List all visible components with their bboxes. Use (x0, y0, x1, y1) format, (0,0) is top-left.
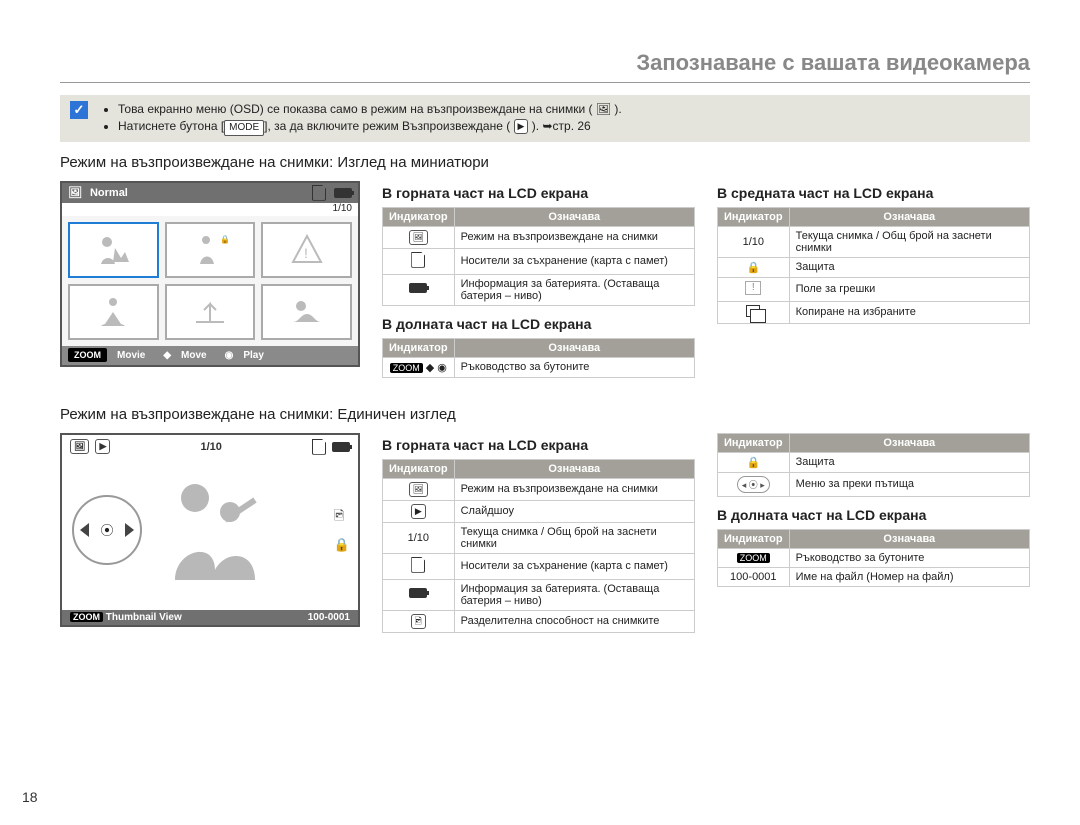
sd-icon (312, 185, 326, 201)
info-box: ✓ Това екранно меню (OSD) се показва сам… (60, 95, 1030, 142)
thumbnail[interactable]: 🔒 (165, 222, 256, 278)
zoom-icon: ZOOM (737, 553, 770, 563)
middle-lcd-heading: В средната част на LCD екрана (717, 185, 1030, 201)
thumbnail[interactable] (261, 284, 352, 340)
top-lcd-heading-b: В горната част на LCD екрана (382, 437, 695, 453)
section-a-title: Режим на възпроизвеждане на снимки: Изгл… (60, 154, 1030, 171)
warn-icon (745, 281, 761, 295)
count-label: 1/10 (62, 203, 358, 216)
lock-icon: 🔒 (746, 456, 760, 469)
photo-mode-icon: 🖼 (70, 439, 89, 454)
lcd-single-view: 🖼 ▶ 1/10 ⦿ 🖻 🔒 ZOOM Th (60, 433, 360, 643)
battery-icon (334, 188, 352, 198)
thumbnail[interactable]: ! (261, 222, 352, 278)
indicator-table: ИндикаторОзначава 1/10Текуща снимка / Об… (717, 207, 1030, 324)
thumbnail[interactable] (68, 284, 159, 340)
thumbnail[interactable] (68, 222, 159, 278)
photo-mode-icon: 🖼 (409, 482, 428, 497)
slideshow-icon: ▶ (411, 504, 426, 519)
lock-icon: 🔒 (334, 537, 350, 553)
sd-icon (312, 439, 326, 455)
top-lcd-heading: В горната част на LCD екрана (382, 185, 695, 201)
footer-movie: Movie (111, 348, 151, 363)
lcd-thumbnail-view: 🖼 Normal 1/10 🔒 ! ZOOM Movie (60, 181, 360, 388)
battery-icon (409, 283, 427, 293)
zoom-icon: ZOOM (390, 363, 423, 373)
footer-thumbview: Thumbnail View (106, 612, 182, 623)
copy-icon (746, 305, 760, 317)
check-icon: ✓ (70, 101, 88, 119)
sd-icon (411, 252, 425, 268)
footer-filename: 100-0001 (308, 612, 350, 623)
photo-mode-icon: 🖼 (409, 230, 428, 245)
bottom-lcd-heading: В долната част на LCD екрана (382, 316, 695, 332)
thumbnail[interactable] (165, 284, 256, 340)
footer-move: Move (175, 348, 213, 363)
section-b-title: Режим на възпроизвеждане на снимки: Един… (60, 406, 1030, 423)
battery-icon (332, 442, 350, 452)
battery-icon (409, 588, 427, 598)
count-label: 1/10 (116, 441, 306, 453)
page-number: 18 (22, 789, 38, 805)
bottom-lcd-heading-b: В долната част на LCD екрана (717, 507, 1030, 523)
indicator-table: ИндикаторОзначава ZOOMРъководство за бут… (717, 529, 1030, 587)
photo-mode-icon: 🖼 (68, 186, 82, 199)
info-bullet: Това екранно меню (OSD) се показва само … (118, 101, 622, 118)
svg-text:🔒: 🔒 (220, 235, 230, 244)
resolution-icon: 🖻 (411, 614, 426, 629)
zoom-icon: ZOOM (70, 612, 103, 622)
filename-text: 100-0001 (718, 567, 790, 586)
page-title: Запознаване с вашата видеокамера (60, 50, 1030, 83)
indicator-table: ИндикаторОзначава 🖼Режим на възпроизвежд… (382, 459, 695, 633)
sd-icon (411, 557, 425, 573)
indicator-table: ИндикаторОзначава 🔒Защита ◂ ⦿ ▸Меню за п… (717, 433, 1030, 497)
footer-play: Play (237, 348, 270, 363)
mode-button-label: MODE (224, 120, 264, 136)
info-bullet: Натиснете бутона [MODE], за да включите … (118, 118, 622, 136)
play-icon: ▶ (514, 119, 529, 134)
count-text: 1/10 (718, 226, 790, 257)
nav-circle[interactable]: ⦿ (72, 495, 142, 565)
count-text: 1/10 (383, 522, 455, 553)
zoom-icon: ZOOM (68, 348, 107, 362)
indicator-table: ИндикаторОзначава ZOOM ◆ ◉Ръководство за… (382, 338, 695, 378)
indicator-table: ИндикаторОзначава 🖼Режим на възпроизвежд… (382, 207, 695, 306)
slideshow-icon: ▶ (95, 439, 110, 454)
resolution-icon: 🖻 (334, 507, 350, 529)
lcd-normal-label: Normal (90, 187, 128, 199)
lock-icon: 🔒 (746, 261, 760, 274)
svg-text:!: ! (304, 245, 308, 261)
nav-icon: ◂ ⦿ ▸ (737, 476, 770, 493)
